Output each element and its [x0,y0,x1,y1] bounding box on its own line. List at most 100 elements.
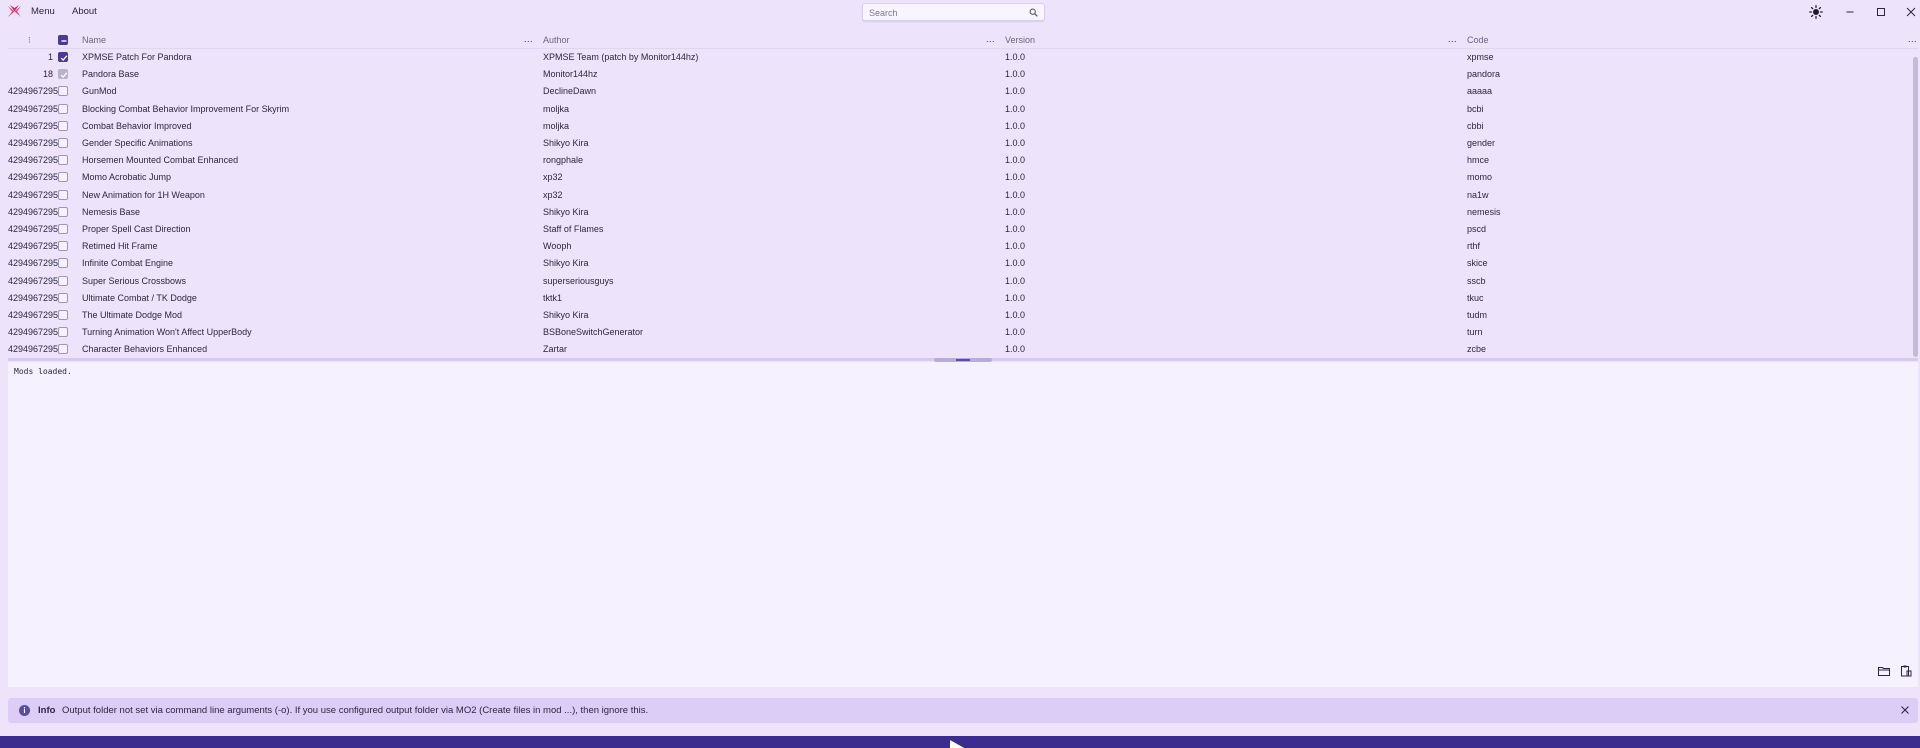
code-column-menu[interactable]: ... [1908,34,1917,44]
name-cell: Nemesis Base [82,206,141,217]
mod-enabled-checkbox[interactable] [58,103,68,114]
code-cell: hmce [1467,155,1490,166]
priority-cell: 4294967295 [8,310,59,320]
minimize-icon[interactable] [1843,5,1857,19]
version-cell: 1.0.0 [1005,189,1026,200]
author-cell: Shikyo Kira [543,138,589,148]
table-row[interactable]: 4294967295 GunMod DeclineDawn 1.0.0 aaaaa [8,83,1918,100]
name-column-menu[interactable]: ... [524,34,533,44]
table-row[interactable]: 4294967295 Blocking Combat Behavior Impro… [8,101,1918,118]
table-row[interactable]: 4294967295 Horsemen Mounted Combat Enhanc… [8,152,1918,169]
mod-enabled-checkbox[interactable] [58,120,68,131]
table-row[interactable]: 4294967295 Ultimate Combat / TK Dodge tktk… [8,290,1918,307]
author-cell: rongphale [543,155,584,166]
mod-enabled-checkbox[interactable] [58,155,68,166]
code-cell: zcbe [1467,344,1487,355]
search-icon[interactable] [1029,8,1038,17]
mod-enabled-checkbox[interactable] [58,344,68,355]
name-column-header[interactable]: Name [82,35,106,45]
table-row[interactable]: 4294967295 Momo Acrobatic Jump xp32 1.0.0 mo… [8,169,1918,186]
version-cell: 1.0.0 [1005,120,1026,131]
author-cell: moljka [543,103,570,114]
priority-cell: 4294967295 [8,344,59,355]
mod-enabled-checkbox[interactable] [58,258,68,269]
author-cell: Monitor144hz [543,69,598,80]
table-scrollbar[interactable] [1913,57,1918,357]
mod-enabled-checkbox[interactable] [58,206,68,217]
code-cell: xpmse [1467,52,1494,62]
name-cell: Blocking Combat Behavior Improvement For… [82,103,290,114]
clipboard-icon[interactable] [1899,664,1913,678]
name-cell: Horsemen Mounted Combat Enhanced [82,155,239,166]
author-column-header[interactable]: Author [543,35,570,45]
code-cell: tkuc [1467,292,1484,303]
table-row[interactable]: 4294967295 New Animation for 1H Weapon xp3… [8,187,1918,204]
table-header: ⁝ Name ... Author ... Version ... Code .… [8,32,1918,49]
priority-cell: 4294967295 [8,103,59,114]
author-cell: BSBoneSwitchGenerator [543,327,644,338]
code-cell: nemesis [1467,206,1501,217]
priority-cell: 4294967295 [8,275,59,286]
run-patch-button[interactable] [0,736,1920,748]
name-cell: Pandora Base [82,69,140,80]
search-box[interactable] [862,3,1045,21]
mod-enabled-checkbox[interactable] [58,52,68,62]
table-row[interactable]: 4294967295 Retimed Hit Frame Wooph 1.0.0 rth… [8,238,1918,255]
author-column-menu[interactable]: ... [986,34,995,44]
priority-column-header[interactable]: ⁝ [28,35,31,46]
table-row[interactable]: 4294967295 Nemesis Base Shikyo Kira 1.0.0 ne… [8,204,1918,221]
code-column-header[interactable]: Code [1467,35,1489,45]
table-row[interactable]: 1 XPMSE Patch For Pandora XPMSE Team (patc… [8,49,1918,66]
version-cell: 1.0.0 [1005,224,1026,234]
mod-enabled-checkbox[interactable] [58,189,68,200]
name-cell: The Ultimate Dodge Mod [82,310,183,320]
mod-enabled-checkbox[interactable] [58,172,68,183]
theme-toggle-icon[interactable] [1809,5,1823,19]
name-cell: Infinite Combat Engine [82,258,174,269]
table-row[interactable]: 4294967295 Gender Specific Animations Shik… [8,135,1918,152]
open-folder-icon[interactable] [1877,664,1891,678]
mod-enabled-checkbox[interactable] [58,138,68,148]
version-column-menu[interactable]: ... [1448,34,1457,44]
priority-cell: 4294967295 [8,327,59,338]
code-cell: sscb [1467,275,1486,286]
author-cell: DeclineDawn [543,86,597,97]
author-cell: XPMSE Team (patch by Monitor144hz) [543,52,699,62]
name-cell: GunMod [82,86,117,97]
version-cell: 1.0.0 [1005,103,1026,114]
mod-enabled-checkbox[interactable] [58,292,68,303]
version-cell: 1.0.0 [1005,344,1026,355]
menu-button[interactable]: Menu [31,6,55,17]
version-column-header[interactable]: Version [1005,35,1035,45]
app-logo-icon [7,4,22,19]
name-cell: New Animation for 1H Weapon [82,189,205,200]
mod-enabled-checkbox[interactable] [58,241,68,252]
table-row[interactable]: 18 Pandora Base Monitor144hz 1.0.0 pandora [8,66,1918,83]
table-row[interactable]: 4294967295 Turning Animation Won't Affect… [8,324,1918,341]
select-all-checkbox[interactable] [58,35,68,45]
table-row[interactable]: 4294967295 Proper Spell Cast Direction Sta… [8,221,1918,238]
author-cell: Zartar [543,344,568,355]
table-row[interactable]: 4294967295 The Ultimate Dodge Mod Shikyo K… [8,307,1918,324]
table-row[interactable]: 4294967295 Character Behaviors Enhanced Za… [8,341,1918,358]
mod-enabled-checkbox[interactable] [58,327,68,338]
search-input[interactable] [869,6,1024,19]
info-notification: i Info Output folder not set via command… [8,698,1918,723]
dismiss-info-icon[interactable] [1900,705,1910,715]
author-cell: Shikyo Kira [543,310,589,320]
version-cell: 1.0.0 [1005,275,1026,286]
table-row[interactable]: 4294967295 Infinite Combat Engine Shikyo K… [8,255,1918,272]
priority-cell: 4294967295 [8,206,59,217]
priority-cell: 4294967295 [8,120,59,131]
mod-enabled-checkbox[interactable] [58,224,68,234]
maximize-icon[interactable] [1874,5,1888,19]
table-row[interactable]: 4294967295 Combat Behavior Improved moljka… [8,118,1918,135]
name-cell: Momo Acrobatic Jump [82,172,172,183]
mod-enabled-checkbox[interactable] [58,86,68,97]
about-button[interactable]: About [72,6,97,17]
name-cell: Combat Behavior Improved [82,120,192,131]
mod-enabled-checkbox[interactable] [58,310,68,320]
close-icon[interactable] [1904,5,1918,19]
mod-enabled-checkbox[interactable] [58,275,68,286]
table-row[interactable]: 4294967295 Super Serious Crossbows superse… [8,273,1918,290]
